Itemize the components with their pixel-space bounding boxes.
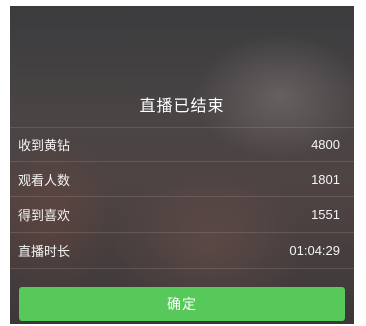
stat-row-diamonds: 收到黄钻 4800: [10, 128, 354, 160]
live-ended-screen: 直播已结束 收到黄钻 4800 观看人数 1801 得到喜欢 1551 直播时长…: [10, 6, 354, 324]
stat-row-duration: 直播时长 01:04:29: [10, 234, 354, 266]
dialog-title: 直播已结束: [139, 96, 225, 115]
confirm-button[interactable]: 确定: [19, 287, 345, 321]
stat-row-likes: 得到喜欢 1551: [10, 198, 354, 230]
divider: [10, 161, 354, 162]
stat-label: 收到黄钻: [18, 138, 71, 154]
divider: [10, 196, 354, 197]
stat-label: 得到喜欢: [18, 208, 71, 224]
stat-value: 4800: [311, 136, 340, 152]
stat-value: 01:04:29: [289, 242, 340, 258]
stat-label: 直播时长: [18, 244, 71, 260]
stat-value: 1551: [311, 206, 340, 222]
stat-value: 1801: [311, 171, 340, 187]
divider: [10, 268, 354, 269]
stat-label: 观看人数: [18, 173, 71, 189]
stat-row-viewers: 观看人数 1801: [10, 163, 354, 195]
divider: [10, 232, 354, 233]
